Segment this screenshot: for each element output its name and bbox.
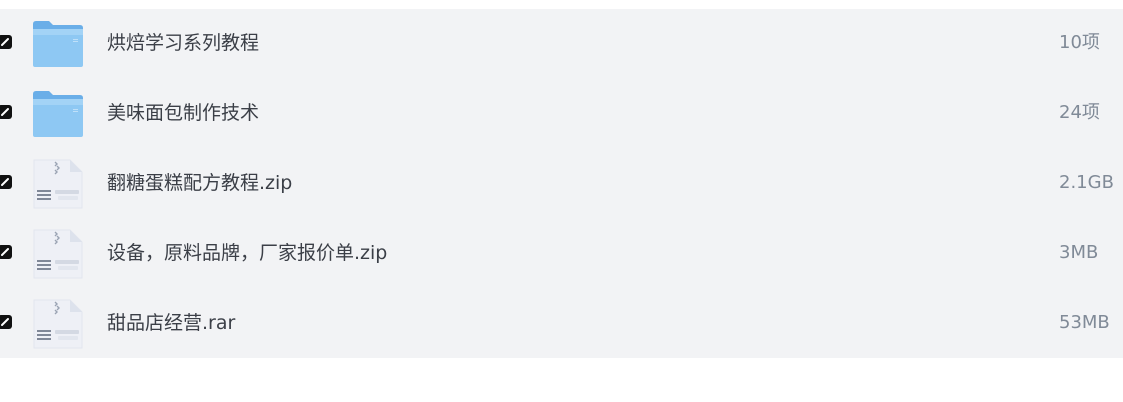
- file-name[interactable]: 甜品店经营.rar: [107, 310, 235, 336]
- folder-icon: [33, 21, 83, 67]
- zip-file-icon: [33, 159, 83, 209]
- zip-file-icon: [33, 299, 83, 349]
- checkmark-icon: [1, 248, 9, 256]
- file-list: 烘焙学习系列教程 10项 美味面包制作技术 24项 翻糖蛋糕配方教程.zip 2…: [0, 9, 1123, 358]
- file-name[interactable]: 设备，原料品牌，厂家报价单.zip: [107, 240, 387, 266]
- zip-file-icon: [33, 229, 83, 279]
- file-size: 3MB: [1059, 242, 1099, 263]
- file-size: 24项: [1059, 102, 1100, 123]
- checkmark-icon: [1, 108, 9, 116]
- file-size: 10项: [1059, 32, 1100, 53]
- checkmark-icon: [1, 318, 9, 326]
- file-name[interactable]: 美味面包制作技术: [107, 100, 259, 126]
- checkmark-icon: [1, 38, 9, 46]
- folder-icon: [33, 91, 83, 137]
- row-checkbox[interactable]: [0, 245, 12, 259]
- row-checkbox[interactable]: [0, 315, 12, 329]
- row-checkbox[interactable]: [0, 105, 12, 119]
- row-checkbox[interactable]: [0, 35, 12, 49]
- file-row[interactable]: 翻糖蛋糕配方教程.zip 2.1GB: [0, 149, 1123, 219]
- file-name[interactable]: 烘焙学习系列教程: [107, 30, 259, 56]
- checkmark-icon: [1, 178, 9, 186]
- file-row[interactable]: 设备，原料品牌，厂家报价单.zip 3MB: [0, 219, 1123, 289]
- file-row[interactable]: 烘焙学习系列教程 10项: [0, 9, 1123, 79]
- file-row[interactable]: 美味面包制作技术 24项: [0, 79, 1123, 149]
- row-checkbox[interactable]: [0, 175, 12, 189]
- file-name[interactable]: 翻糖蛋糕配方教程.zip: [107, 170, 292, 196]
- file-size: 53MB: [1059, 312, 1110, 333]
- file-size: 2.1GB: [1059, 172, 1114, 193]
- file-row[interactable]: 甜品店经营.rar 53MB: [0, 289, 1123, 359]
